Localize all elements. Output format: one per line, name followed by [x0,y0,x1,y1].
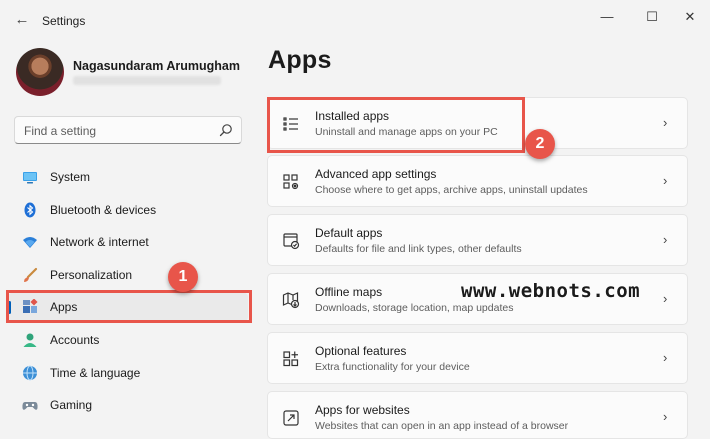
default-apps-card[interactable]: Default apps Defaults for file and link … [267,214,688,266]
card-subtitle: Downloads, storage location, map updates [315,302,514,314]
profile-name: Nagasundaram Arumugham [73,59,240,73]
page-title: Apps [268,46,332,74]
app-settings-icon [282,173,300,191]
watermark: www.webnots.com [461,280,641,302]
globe-icon [22,365,38,381]
card-subtitle: Websites that can open in an app instead… [315,420,569,432]
title-bar: ← Settings — ☐ ✕ [0,0,710,42]
card-title: Advanced app settings [315,167,437,181]
close-button[interactable]: ✕ [678,8,702,26]
search-icon[interactable] [219,123,233,137]
chevron-right-icon: › [663,350,668,365]
card-title: Offline maps [315,285,383,299]
sidebar-item-time-language[interactable]: Time & language [8,359,248,387]
advanced-app-settings-card[interactable]: Advanced app settings Choose where to ge… [267,155,688,207]
sidebar-item-system[interactable]: System [8,163,248,191]
avatar[interactable] [16,48,64,96]
profile-email-blurred [73,76,221,85]
chevron-right-icon: › [663,409,668,424]
card-title: Default apps [315,226,383,240]
chevron-right-icon: › [663,291,668,306]
back-arrow-icon[interactable]: ← [12,10,32,30]
card-subtitle: Extra functionality for your device [315,361,470,373]
sidebar-item-gaming[interactable]: Gaming [8,391,248,419]
bluetooth-icon [22,202,38,218]
sidebar-item-personalization[interactable]: Personalization [8,261,248,289]
step-badge-2: 2 [525,129,555,159]
sidebar-item-network[interactable]: Network & internet [8,228,248,256]
gamepad-icon [22,397,38,413]
open-external-icon [282,409,300,427]
sidebar-item-label: Accounts [50,333,100,347]
sidebar-item-label: Bluetooth & devices [50,203,157,217]
installed-apps-highlight-box [267,97,525,153]
system-icon [22,169,38,185]
sidebar-item-label: Gaming [50,398,93,412]
wifi-icon [22,234,38,250]
chevron-right-icon: › [663,115,668,130]
sidebar-item-bluetooth[interactable]: Bluetooth & devices [8,196,248,224]
card-subtitle: Choose where to get apps, archive apps, … [315,184,588,196]
apps-for-websites-card[interactable]: Apps for websites Websites that can open… [267,391,688,439]
apps-highlight-box [6,290,252,323]
sidebar-item-label: System [50,170,91,184]
sidebar-item-label: Network & internet [50,235,149,249]
step-badge-1: 1 [168,262,198,292]
person-icon [22,332,38,348]
map-icon [282,291,300,309]
chevron-right-icon: › [663,232,668,247]
search-box[interactable]: Find a setting [14,116,242,144]
card-title: Apps for websites [315,403,410,417]
card-title: Optional features [315,344,407,358]
sidebar-item-label: Personalization [50,268,133,282]
card-subtitle: Defaults for file and link types, other … [315,243,522,255]
sidebar-item-accounts[interactable]: Accounts [8,326,248,354]
brush-icon [22,267,38,283]
search-input[interactable]: Find a setting [24,124,96,138]
app-title: Settings [42,14,86,28]
default-apps-icon [282,232,300,250]
maximize-button[interactable]: ☐ [640,8,664,26]
sidebar-item-label: Time & language [50,366,141,380]
optional-features-icon [282,350,300,368]
chevron-right-icon: › [663,173,668,188]
optional-features-card[interactable]: Optional features Extra functionality fo… [267,332,688,384]
minimize-button[interactable]: — [595,8,619,26]
